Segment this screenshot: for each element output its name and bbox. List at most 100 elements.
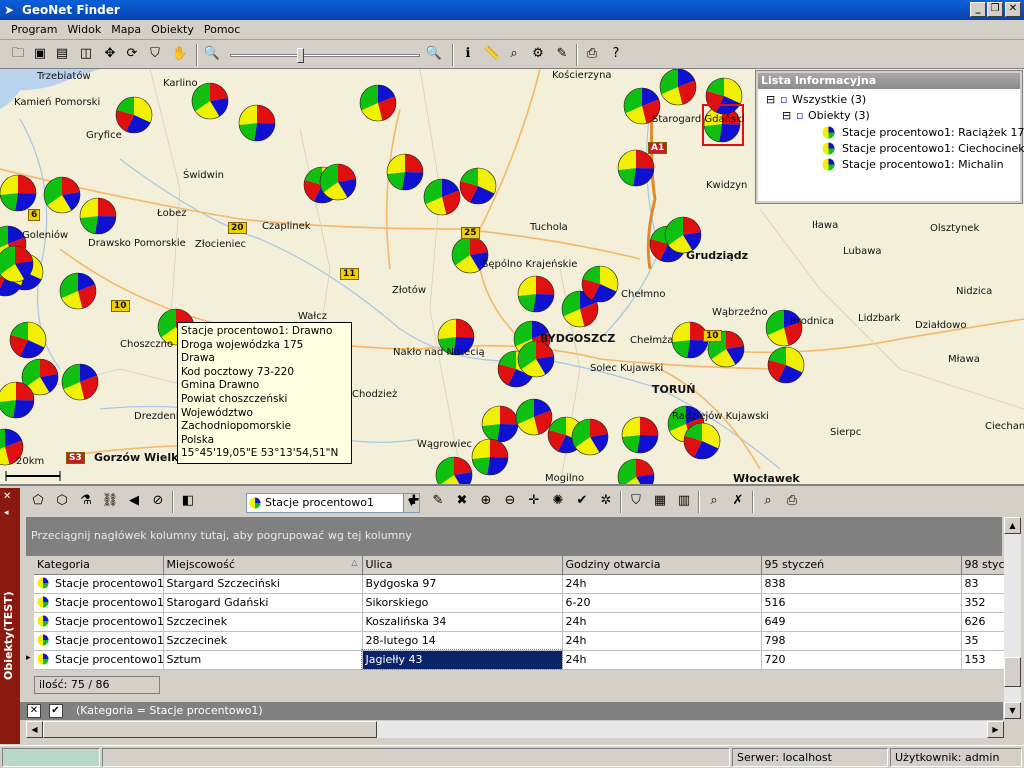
station-pie-marker[interactable] (767, 346, 805, 384)
scroll-up-icon[interactable]: ▲ (1004, 517, 1021, 534)
tree-toggle-icon[interactable]: ⊟ (782, 109, 791, 122)
tree-item[interactable]: Stacje procentowo1: Michalin (842, 158, 1004, 171)
column-header-miejscowosc[interactable]: Miejscowość △ (163, 556, 363, 575)
scroll-thumb[interactable] (43, 721, 377, 738)
cell-kategoria[interactable]: Stacje procentowo1 (34, 593, 164, 613)
table-cell[interactable]: 649 (761, 612, 962, 632)
table-row[interactable]: Stacje procentowo1 Sztum Jagiełły 43 24h 720… (34, 649, 1004, 670)
stop-icon[interactable]: ⊘ (148, 491, 168, 511)
menu-obiekty[interactable]: Obiekty (146, 20, 199, 40)
station-pie-marker[interactable] (61, 363, 99, 401)
collapse-panel-icon[interactable]: ◂ (4, 508, 9, 518)
filter-icon[interactable]: ⚗ (76, 491, 96, 511)
export-icon[interactable]: ▤ (52, 44, 72, 64)
table-row[interactable]: Stacje procentowo1 Szczecinek 28-lutego 14… (34, 631, 1004, 651)
horizontal-scrollbar[interactable]: ◀ ▶ (26, 721, 1004, 738)
menu-program[interactable]: Program (6, 20, 62, 40)
back-icon[interactable]: ◀ (124, 491, 144, 511)
column-header-godziny[interactable]: Godziny otwarcia (562, 556, 762, 575)
scroll-left-icon[interactable]: ◀ (26, 721, 43, 738)
clear-filter-icon[interactable]: ✕ (27, 704, 41, 718)
table-cell[interactable]: Stargard Szczeciński (163, 574, 363, 594)
table-cell[interactable]: Szczecinek (163, 631, 363, 651)
station-pie-marker[interactable] (319, 163, 357, 201)
cell-kategoria[interactable]: Stacje procentowo1 (34, 574, 164, 594)
station-pie-marker[interactable] (43, 176, 81, 214)
table-cell[interactable]: Bydgoska 97 (362, 574, 563, 594)
station-pie-marker[interactable] (617, 458, 655, 486)
cell-kategoria[interactable]: Stacje procentowo1 (34, 631, 164, 651)
columns-icon[interactable]: ▥ (674, 491, 694, 511)
table-cell[interactable]: 24h (562, 631, 762, 651)
station-pie-marker[interactable] (9, 321, 47, 359)
table-cell[interactable]: Jagiełły 43 (361, 649, 563, 670)
table-cell[interactable]: 838 (761, 574, 962, 594)
vertical-scrollbar[interactable]: ▲ ▼ (1004, 517, 1021, 719)
cell-kategoria[interactable]: Stacje procentowo1 (34, 612, 164, 632)
print-icon[interactable]: ⎙ (582, 44, 602, 64)
station-pie-marker[interactable] (471, 438, 509, 476)
scroll-down-icon[interactable]: ▼ (1004, 702, 1021, 719)
station-pie-marker[interactable] (617, 149, 655, 187)
table-cell[interactable]: 35 (961, 631, 1004, 651)
layers-icon[interactable]: ◧ (178, 491, 198, 511)
tree-root[interactable]: Wszystkie (3) (792, 93, 866, 106)
column-header-98[interactable]: 98 stycz (961, 556, 1004, 575)
station-pie-marker[interactable] (705, 77, 743, 115)
station-pie-marker[interactable] (59, 272, 97, 310)
table-cell[interactable]: 352 (961, 593, 1004, 613)
station-pie-marker[interactable] (0, 381, 35, 419)
table-row[interactable]: Stacje procentowo1 Stargard Szczeciński B… (34, 574, 1004, 594)
zoom-out-icon[interactable]: 🔍 (202, 44, 222, 64)
add-object-icon[interactable]: ✚ (404, 491, 424, 511)
close-button[interactable]: ✕ (1005, 2, 1021, 17)
tree-group[interactable]: Obiekty (3) (808, 109, 870, 122)
map-settings-icon[interactable]: ⚙ (528, 44, 548, 64)
menu-mapa[interactable]: Mapa (106, 20, 146, 40)
print-icon[interactable]: ⎙ (782, 491, 802, 511)
column-header-ulica[interactable]: Ulica (362, 556, 563, 575)
station-pie-marker[interactable] (459, 167, 497, 205)
station-pie-marker[interactable] (683, 422, 721, 460)
table-cell[interactable]: Sztum (163, 650, 363, 670)
delete-object-icon[interactable]: ✖ (452, 491, 472, 511)
station-pie-marker[interactable] (581, 265, 619, 303)
table-cell[interactable]: 720 (761, 650, 962, 670)
menu-pomoc[interactable]: Pomoc (199, 20, 245, 40)
preview-icon[interactable]: ⌕ (758, 491, 778, 511)
open-icon[interactable]: 🗀 (8, 44, 28, 64)
station-pie-marker[interactable] (435, 456, 473, 486)
station-pie-marker[interactable] (621, 416, 659, 454)
station-pie-marker[interactable] (238, 104, 276, 142)
table-cell[interactable]: 626 (961, 612, 1004, 632)
table-row[interactable]: Stacje procentowo1 Szczecinek Koszalińska … (34, 612, 1004, 632)
scroll-right-icon[interactable]: ▶ (987, 721, 1004, 738)
zoom-slider[interactable] (230, 48, 420, 63)
zoom-in-icon[interactable]: 🔍 (424, 44, 444, 64)
help-icon[interactable]: ? (606, 44, 626, 64)
side-tab[interactable]: ✕ ◂ Obiekty(TEST) (0, 488, 20, 744)
cell-kategoria[interactable]: Stacje procentowo1 (34, 650, 164, 670)
table-cell[interactable]: 798 (761, 631, 962, 651)
table-cell[interactable]: Starogard Gdański (163, 593, 363, 613)
edit-object-icon[interactable]: ✎ (428, 491, 448, 511)
station-pie-marker[interactable] (0, 245, 34, 283)
station-pie-marker[interactable] (664, 216, 702, 254)
save-icon[interactable]: ▣ (30, 44, 50, 64)
select-icon[interactable]: ⬠ (28, 491, 48, 511)
table-cell[interactable]: 24h (562, 574, 762, 594)
table-row[interactable]: Stacje procentowo1 Starogard Gdański Sikor… (34, 593, 1004, 613)
move-point-icon[interactable]: ✛ (524, 491, 544, 511)
info-icon[interactable]: ℹ (458, 44, 478, 64)
station-pie-marker[interactable] (386, 153, 424, 191)
station-pie-marker[interactable] (359, 84, 397, 122)
table-cell[interactable]: 24h (562, 650, 762, 670)
maximize-button[interactable]: ❐ (987, 2, 1003, 17)
station-pie-marker[interactable] (115, 96, 153, 134)
column-header-95[interactable]: 95 styczeń (761, 556, 962, 575)
table-cell[interactable]: 516 (761, 593, 962, 613)
settings-icon[interactable]: ✲ (596, 491, 616, 511)
table-icon[interactable]: ▦ (650, 491, 670, 511)
measure-icon[interactable]: 📏 (482, 44, 502, 64)
table-cell[interactable]: Koszalińska 34 (362, 612, 563, 632)
